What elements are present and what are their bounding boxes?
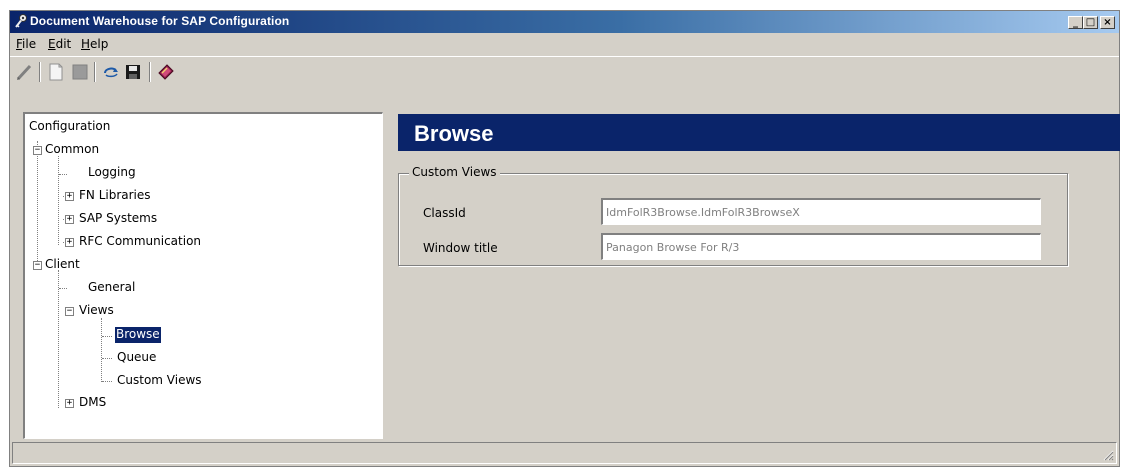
tree-line	[59, 174, 67, 175]
tree-line	[58, 156, 59, 245]
expand-icon[interactable]: +	[65, 192, 74, 201]
tree-node-client[interactable]: Client	[45, 257, 80, 273]
tree-node-logging[interactable]: Logging	[88, 165, 136, 181]
toolbar-separator	[39, 62, 41, 82]
tree-line	[101, 318, 102, 382]
tree-line	[102, 358, 112, 359]
main-window: Document Warehouse for SAP Configuration…	[9, 10, 1120, 467]
tree-node-queue[interactable]: Queue	[117, 350, 156, 366]
toolbar-separator	[149, 62, 151, 82]
window-title-field[interactable]: Panagon Browse For R/3	[601, 233, 1041, 260]
menu-help[interactable]: Help	[81, 37, 108, 51]
menu-file-rest: ile	[22, 37, 37, 51]
app-key-icon	[15, 14, 27, 28]
menu-edit-rest: dit	[55, 37, 72, 51]
close-button[interactable]: ×	[1100, 16, 1115, 29]
tree-node-sap-systems[interactable]: SAP Systems	[79, 211, 157, 227]
tree-node-dms[interactable]: DMS	[79, 395, 106, 411]
minimize-button[interactable]: _	[1068, 16, 1083, 29]
group-label: Custom Views	[409, 165, 500, 179]
configuration-tree[interactable]: − + + + − − + Configuration Common Loggi…	[23, 112, 383, 439]
pencil-icon[interactable]	[15, 62, 35, 82]
collapse-icon[interactable]: −	[33, 261, 42, 270]
refresh-icon[interactable]	[101, 62, 121, 82]
toolbar-separator	[94, 62, 96, 82]
status-bar	[12, 442, 1117, 464]
panel-title: Browse	[414, 121, 494, 146]
toolbar	[10, 56, 1119, 87]
title-bar[interactable]: Document Warehouse for SAP Configuration…	[10, 11, 1119, 33]
tree-line	[58, 270, 59, 408]
tree-node-views[interactable]: Views	[79, 303, 114, 319]
panel-header: Browse	[398, 114, 1120, 151]
custom-views-group: Custom Views ClassId IdmFolR3Browse.IdmF…	[398, 165, 1068, 266]
tree-line	[37, 141, 38, 261]
tree-node-configuration[interactable]: Configuration	[29, 119, 110, 135]
tree-node-fn-libraries[interactable]: FN Libraries	[79, 188, 151, 204]
collapse-icon[interactable]: −	[33, 146, 42, 155]
tree-line	[102, 336, 112, 337]
book-icon[interactable]	[156, 62, 176, 82]
resize-grip-icon[interactable]	[1102, 449, 1114, 461]
window-title-label: Window title	[423, 241, 498, 255]
tree-node-rfc-communication[interactable]: RFC Communication	[79, 234, 201, 250]
tree-line	[59, 288, 67, 289]
expand-icon[interactable]: +	[65, 215, 74, 224]
menu-edit-mnemonic: E	[48, 37, 56, 51]
tree-node-general[interactable]: General	[88, 280, 135, 296]
menu-bar: File Edit Help	[10, 34, 1119, 54]
new-document-icon[interactable]	[46, 62, 66, 82]
gray-block-icon[interactable]	[70, 62, 90, 82]
tree-line	[102, 381, 112, 382]
menu-help-mnemonic: H	[81, 37, 91, 51]
classid-label: ClassId	[423, 206, 466, 220]
tree-node-common[interactable]: Common	[45, 142, 99, 158]
expand-icon[interactable]: +	[65, 238, 74, 247]
expand-icon[interactable]: +	[65, 399, 74, 408]
menu-edit[interactable]: Edit	[48, 37, 71, 51]
tree-node-browse[interactable]: Browse	[114, 326, 162, 344]
maximize-button[interactable]: □	[1083, 16, 1098, 29]
tree-node-custom-views[interactable]: Custom Views	[117, 373, 202, 389]
collapse-icon[interactable]: −	[65, 307, 74, 316]
save-icon[interactable]	[123, 62, 143, 82]
window-title: Document Warehouse for SAP Configuration	[30, 14, 290, 28]
menu-file[interactable]: File	[16, 37, 36, 51]
menu-help-rest: elp	[90, 37, 109, 51]
classid-field[interactable]: IdmFolR3Browse.IdmFolR3BrowseX	[601, 198, 1041, 225]
